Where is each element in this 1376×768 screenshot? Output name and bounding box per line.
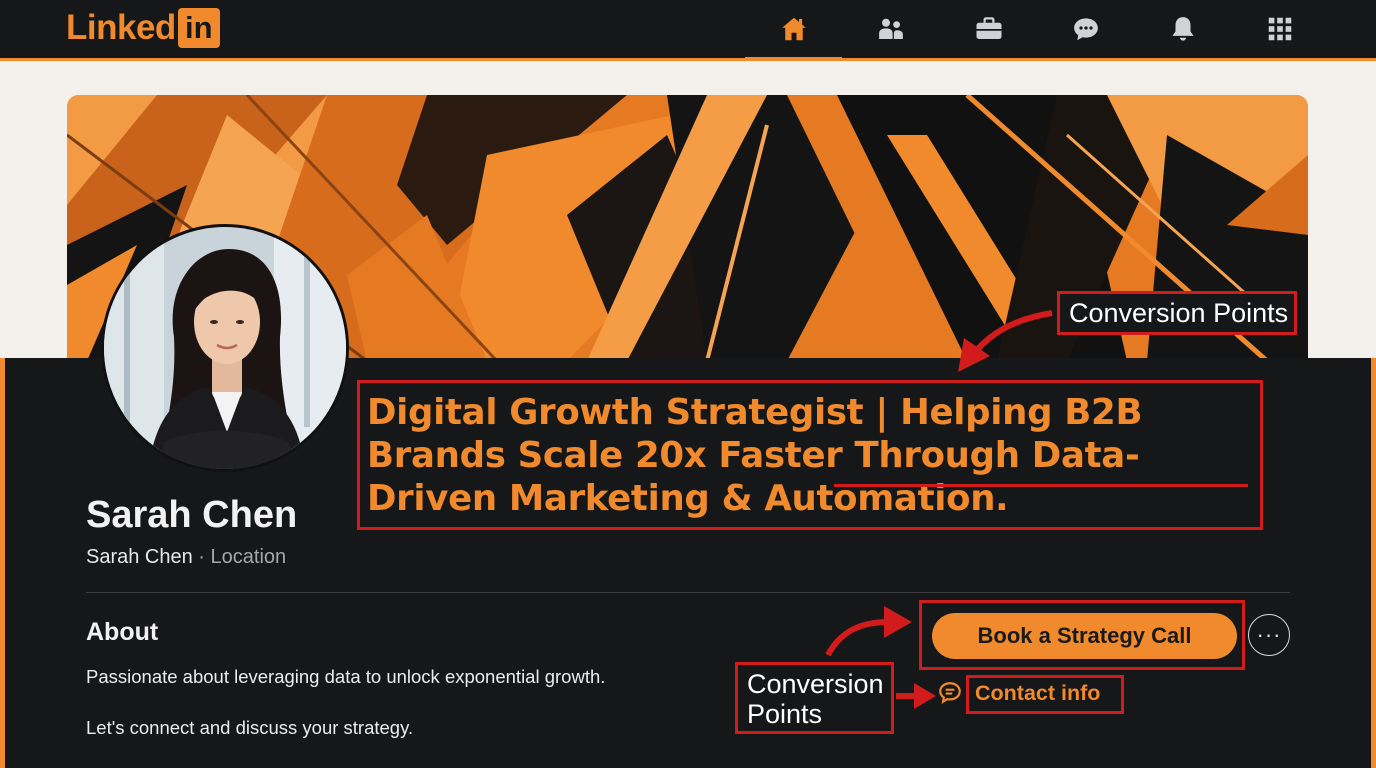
home-icon: [781, 17, 806, 41]
network-icon: [878, 18, 903, 39]
subline-separator: ·: [192, 546, 211, 568]
nav-jobs[interactable]: [940, 0, 1037, 58]
section-divider: [86, 592, 1290, 593]
nav-home[interactable]: [745, 0, 842, 61]
logo-in-box: in: [177, 8, 220, 48]
nav-my-network[interactable]: [842, 0, 939, 58]
apps-grid-icon: [1268, 17, 1291, 41]
notifications-bell-icon: [1171, 17, 1194, 41]
nav-notifications[interactable]: [1134, 0, 1231, 58]
conversion-points-callout-bottom: Conversion Points: [735, 662, 894, 734]
profile-headline: Digital Growth Strategist | Helping B2B …: [367, 392, 1143, 519]
about-section-title: About: [86, 618, 159, 646]
nav-apps[interactable]: [1231, 0, 1328, 58]
logo-wordmark: Linked: [66, 8, 176, 47]
book-strategy-call-button[interactable]: Book a Strategy Call: [932, 613, 1237, 659]
profile-subline-name: Sarah Chen: [86, 546, 193, 568]
profile-portrait-image: [104, 227, 346, 469]
more-actions-button[interactable]: ···: [1248, 614, 1290, 656]
about-paragraph-1: Passionate about leveraging data to unlo…: [86, 666, 606, 687]
conversion-points-callout-top: Conversion Points: [1057, 291, 1297, 335]
nav-messaging[interactable]: [1037, 0, 1134, 58]
contact-chat-icon: [939, 682, 961, 704]
contact-info-link[interactable]: Contact info: [975, 681, 1100, 706]
linkedin-logo[interactable]: Linked in: [66, 7, 220, 49]
headline-keyword-underline: [834, 484, 1248, 487]
jobs-briefcase-icon: [976, 17, 1001, 39]
messaging-icon: [1073, 18, 1098, 41]
profile-photo-avatar[interactable]: [101, 224, 349, 472]
top-navigation-bar: Linked in: [0, 0, 1376, 61]
profile-subline: Sarah Chen · Location: [86, 546, 286, 569]
profile-name: Sarah Chen: [86, 494, 298, 536]
about-paragraph-2: Let's connect and discuss your strategy.: [86, 717, 414, 738]
profile-location[interactable]: Location: [211, 546, 287, 568]
